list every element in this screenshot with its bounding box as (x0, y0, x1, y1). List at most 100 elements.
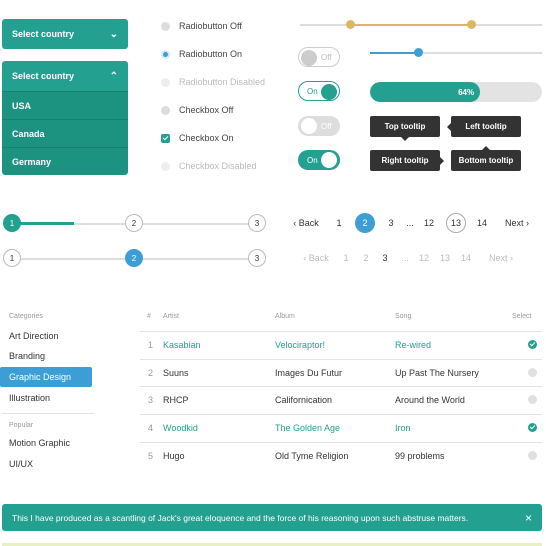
toggle-label: On (307, 155, 318, 165)
cell-artist: Woodkid (163, 423, 198, 433)
cell-album: Velociraptor! (275, 340, 326, 350)
slider-handle[interactable] (413, 48, 423, 57)
row-checked-icon[interactable] (528, 340, 537, 349)
checkbox-disabled: Checkbox Disabled (161, 159, 265, 173)
table-row[interactable]: 1 Kasabian Velociraptor! Re-wired (140, 331, 542, 358)
toggle-knob (321, 152, 337, 168)
pagination-back[interactable]: ‹ Back (290, 213, 322, 233)
dropdown-option[interactable]: Germany (2, 147, 128, 175)
progress-bar: 64% (370, 82, 542, 102)
select-label: Select country (12, 71, 75, 81)
col-artist[interactable]: Artist (163, 313, 179, 320)
page-link[interactable]: 1 (332, 213, 346, 233)
category-item-selected[interactable]: Graphic Design (0, 367, 92, 387)
table-header: # Artist Album Song Select (140, 313, 542, 331)
tooltip-left: Left tooltip (451, 116, 521, 137)
pagination-back: ‹ Back (303, 253, 329, 263)
tooltip-arrow-icon (482, 142, 490, 150)
select-header[interactable]: Select country ⌃ (2, 61, 128, 91)
pagination-next: Next › (488, 253, 513, 263)
checkbox-label: Checkbox Off (179, 105, 234, 115)
col-song[interactable]: Song (395, 313, 411, 320)
step-circle[interactable]: 3 (248, 249, 266, 267)
checkbox-off[interactable]: Checkbox Off (161, 103, 265, 117)
checkbox-checked-icon (161, 133, 170, 143)
checkbox-on[interactable]: Checkbox On (161, 131, 265, 145)
toggle-on-filled[interactable]: On (298, 150, 340, 170)
country-select-open[interactable]: Select country ⌃ USA Canada Germany (2, 61, 128, 175)
radio-icon (161, 77, 170, 87)
cell-num: 4 (148, 423, 154, 433)
category-item[interactable]: Branding (0, 346, 92, 366)
table-row[interactable]: 5 Hugo Old Tyme Religion 99 problems (140, 442, 542, 469)
page-link: 12 (418, 253, 429, 263)
category-item[interactable]: Art Direction (0, 326, 92, 346)
category-item[interactable]: Illustration (0, 388, 92, 408)
step-circle[interactable]: 1 (3, 214, 21, 232)
cell-album: Images Du Futur (275, 368, 343, 378)
progress-label: 64% (458, 87, 475, 97)
toggle-label: On (307, 86, 318, 96)
tooltip-text: Left tooltip (465, 122, 507, 131)
toggle-label: Off (321, 52, 332, 62)
tooltip-top: Top tooltip (370, 116, 440, 137)
page-link: 1 (343, 253, 349, 263)
row-unchecked-icon[interactable] (528, 368, 537, 377)
cell-num: 2 (148, 368, 154, 378)
step-circle[interactable]: 3 (248, 214, 266, 232)
cell-num: 5 (148, 451, 154, 461)
table-row[interactable]: 2 Suuns Images Du Futur Up Past The Nurs… (140, 359, 542, 386)
category-item[interactable]: Motion Graphic (0, 433, 92, 453)
tooltip-arrow-icon (401, 137, 409, 145)
page-link-current[interactable]: 2 (355, 213, 375, 233)
page-link[interactable]: 12 (421, 213, 437, 233)
toggle-knob (301, 50, 317, 66)
tooltip-right: Right tooltip (370, 150, 440, 171)
category-item[interactable]: UI/UX (0, 454, 92, 474)
toggle-knob (321, 84, 337, 100)
page-link[interactable]: 3 (384, 213, 398, 233)
range-slider-handle-low[interactable] (346, 20, 356, 29)
step-circle[interactable]: 2 (125, 249, 143, 267)
cell-song: 99 problems (395, 451, 445, 461)
cell-song: Up Past The Nursery (395, 368, 479, 378)
tooltip-text: Right tooltip (381, 156, 429, 165)
radio-off[interactable]: Radiobutton Off (161, 19, 265, 33)
toggle-on-outline[interactable]: On (298, 81, 340, 101)
chevron-up-icon: ⌃ (109, 70, 118, 82)
row-checked-icon[interactable] (528, 423, 537, 432)
toggle-knob (301, 118, 317, 134)
row-unchecked-icon[interactable] (528, 395, 537, 404)
popular-header: Popular (9, 422, 34, 429)
checkbox-label: Checkbox On (179, 133, 234, 143)
page-ellipsis: ... (401, 253, 409, 263)
toggle-off-outline[interactable]: Off (298, 47, 340, 67)
cell-song: Re-wired (395, 340, 432, 350)
country-select-closed[interactable]: Select country ⌄ (2, 19, 128, 49)
step-circle[interactable]: 2 (125, 214, 143, 232)
close-icon[interactable]: × (525, 511, 532, 525)
col-album[interactable]: Album (275, 313, 295, 320)
dropdown-option[interactable]: Canada (2, 119, 128, 147)
radio-on[interactable]: Radiobutton On (161, 47, 265, 61)
cell-artist: Hugo (163, 451, 185, 461)
chevron-down-icon: ⌄ (109, 28, 118, 40)
row-unchecked-icon[interactable] (528, 451, 537, 460)
pagination-next[interactable]: Next › (500, 213, 534, 233)
tooltip-bottom: Bottom tooltip (451, 150, 521, 171)
table-row[interactable]: 3 RHCP Californication Around the World (140, 386, 542, 413)
cell-artist: RHCP (163, 395, 189, 405)
page-link-outlined[interactable]: 13 (446, 213, 466, 233)
checkbox-icon (161, 105, 170, 115)
page-link[interactable]: 14 (474, 213, 490, 233)
table-row[interactable]: 4 Woodkid The Golden Age Iron (140, 414, 542, 441)
step-circle[interactable]: 1 (3, 249, 21, 267)
dropdown-option[interactable]: USA (2, 91, 128, 119)
toggle-off-filled[interactable]: Off (298, 116, 340, 136)
toggle-label: Off (321, 121, 332, 131)
alert-text: This I have produced as a scantling of J… (12, 512, 469, 523)
range-slider-fill (350, 24, 472, 26)
range-slider-handle-high[interactable] (467, 20, 477, 29)
page-link: 14 (460, 253, 471, 263)
cell-song: Around the World (395, 395, 465, 405)
